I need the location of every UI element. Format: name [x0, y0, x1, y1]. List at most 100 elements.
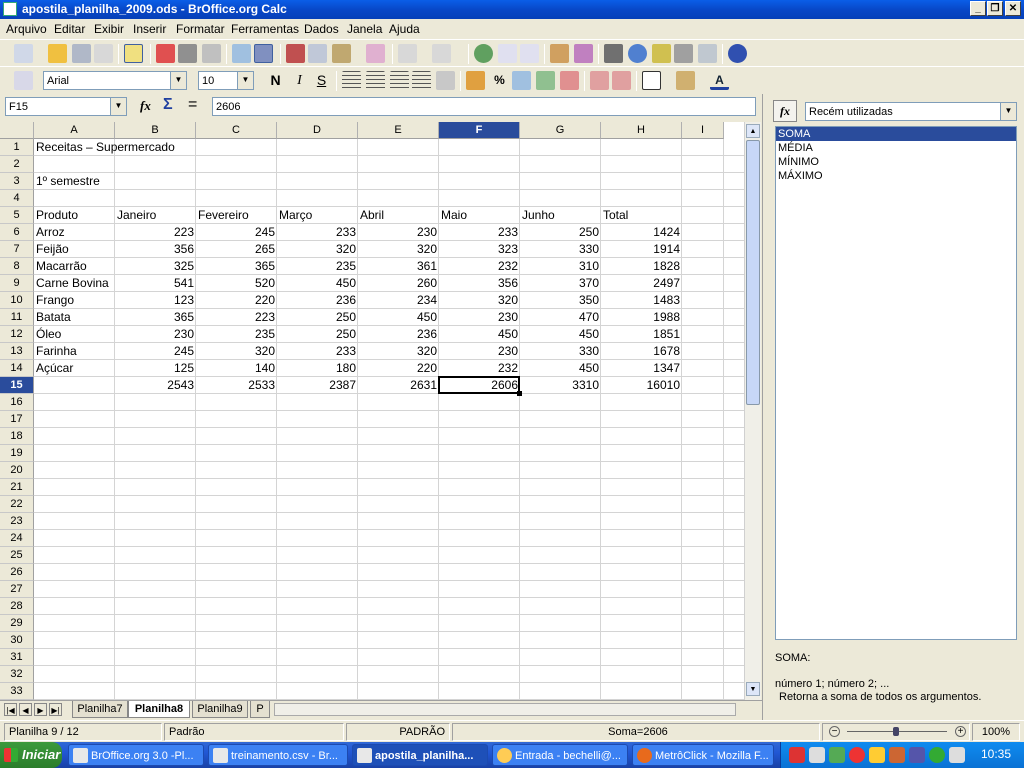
row-header-11[interactable]: 11 — [0, 309, 34, 326]
zoom-thumb[interactable] — [893, 727, 899, 736]
column-header-i[interactable]: I — [682, 122, 724, 139]
tray-icon[interactable] — [789, 747, 805, 763]
cell-h6[interactable]: 1424 — [601, 224, 682, 241]
cell-c9[interactable]: 520 — [196, 275, 277, 292]
function-item-soma[interactable]: SOMA — [776, 127, 1016, 141]
cell-h8[interactable]: 1828 — [601, 258, 682, 275]
row-header-7[interactable]: 7 — [0, 241, 34, 258]
export-pdf-icon[interactable] — [156, 44, 175, 63]
cell-h14[interactable]: 1347 — [601, 360, 682, 377]
column-header-d[interactable]: D — [277, 122, 358, 139]
menu-dados[interactable]: Dados — [304, 22, 339, 36]
open-icon[interactable] — [48, 44, 67, 63]
sum-icon[interactable]: Σ — [163, 96, 173, 114]
cell-h13[interactable]: 1678 — [601, 343, 682, 360]
find-replace-icon[interactable] — [604, 44, 623, 63]
show-draw-icon[interactable] — [574, 44, 593, 63]
window-titlebar[interactable]: apostila_planilha_2009.ods - BrOffice.or… — [0, 0, 1024, 19]
add-decimal-icon[interactable] — [536, 71, 555, 90]
edit-file-icon[interactable] — [124, 44, 143, 63]
function-category-select[interactable]: Recém utilizadas ▼ — [805, 102, 1017, 121]
row-header-24[interactable]: 24 — [0, 530, 34, 547]
row-header-3[interactable]: 3 — [0, 173, 34, 190]
menu-ferramentas[interactable]: Ferramentas — [231, 22, 299, 36]
row-header-30[interactable]: 30 — [0, 632, 34, 649]
cell-g5[interactable]: Junho — [520, 207, 557, 224]
cell-b15[interactable]: 2543 — [115, 377, 196, 394]
cell-e13[interactable]: 320 — [358, 343, 439, 360]
chevron-down-icon[interactable]: ▼ — [170, 72, 186, 89]
tray-icon[interactable] — [869, 747, 885, 763]
row-header-22[interactable]: 22 — [0, 496, 34, 513]
function-item-minimo[interactable]: MÍNIMO — [776, 155, 1016, 169]
cell-a7[interactable]: Feijão — [34, 241, 71, 258]
menu-formatar[interactable]: Formatar — [176, 22, 225, 36]
zoom-slider[interactable]: − + — [822, 723, 970, 741]
menu-arquivo[interactable]: Arquivo — [6, 22, 47, 36]
navigator-icon[interactable] — [628, 44, 647, 63]
cell-g8[interactable]: 310 — [520, 258, 601, 275]
cell-c7[interactable]: 265 — [196, 241, 277, 258]
vertical-scrollbar[interactable]: ▲ ▼ — [744, 122, 761, 700]
cell-f8[interactable]: 232 — [439, 258, 520, 275]
help-icon[interactable] — [728, 44, 747, 63]
cell-f13[interactable]: 230 — [439, 343, 520, 360]
row-header-28[interactable]: 28 — [0, 598, 34, 615]
cell-a14[interactable]: Açúcar — [34, 360, 75, 377]
cell-e11[interactable]: 450 — [358, 309, 439, 326]
row-header-6[interactable]: 6 — [0, 224, 34, 241]
chart-icon[interactable] — [550, 44, 569, 63]
row-header-33[interactable]: 33 — [0, 683, 34, 700]
standard-format-icon[interactable] — [512, 71, 531, 90]
function-wizard-icon[interactable]: fx — [140, 98, 151, 114]
cell-a3[interactable]: 1º semestre — [34, 173, 102, 190]
cell-h5[interactable]: Total — [601, 207, 630, 224]
cell-a1[interactable]: Receitas – Supermercado — [34, 139, 177, 156]
column-header-b[interactable]: B — [115, 122, 196, 139]
row-header-21[interactable]: 21 — [0, 479, 34, 496]
tray-icon[interactable] — [929, 747, 945, 763]
task-treinamento[interactable]: treinamento.csv - Br... — [208, 744, 348, 766]
font-size-combo[interactable]: 10 ▼ — [198, 71, 254, 90]
zoom-out-icon[interactable]: − — [829, 726, 840, 737]
function-item-maximo[interactable]: MÁXIMO — [776, 169, 1016, 183]
chevron-down-icon[interactable]: ▼ — [237, 72, 253, 89]
row-header-20[interactable]: 20 — [0, 462, 34, 479]
spellcheck-icon[interactable] — [232, 44, 251, 63]
scroll-down-icon[interactable]: ▼ — [746, 682, 760, 696]
cell-e8[interactable]: 361 — [358, 258, 439, 275]
select-all-corner[interactable] — [0, 122, 34, 139]
task-apostila[interactable]: apostila_planilha... — [352, 744, 488, 766]
insert-function-icon[interactable]: fx — [773, 100, 797, 122]
cell-g12[interactable]: 450 — [520, 326, 601, 343]
cell-c8[interactable]: 365 — [196, 258, 277, 275]
format-paintbrush-icon[interactable] — [366, 44, 385, 63]
name-box[interactable]: F15 ▼ — [5, 97, 127, 116]
cell-g6[interactable]: 250 — [520, 224, 601, 241]
cell-h10[interactable]: 1483 — [601, 292, 682, 309]
next-sheet-icon[interactable]: ▶ — [34, 703, 47, 716]
cell-f9[interactable]: 356 — [439, 275, 520, 292]
cell-d9[interactable]: 450 — [277, 275, 358, 292]
align-center-icon[interactable] — [366, 71, 385, 90]
cell-d6[interactable]: 233 — [277, 224, 358, 241]
status-insert-mode[interactable]: PADRÃO — [346, 723, 450, 741]
row-header-4[interactable]: 4 — [0, 190, 34, 207]
cell-c11[interactable]: 223 — [196, 309, 277, 326]
cell-b8[interactable]: 325 — [115, 258, 196, 275]
menu-editar[interactable]: Editar — [54, 22, 85, 36]
row-header-13[interactable]: 13 — [0, 343, 34, 360]
sheet-tab-planilha7[interactable]: Planilha7 — [72, 701, 128, 718]
email-icon[interactable] — [94, 44, 113, 63]
cell-d8[interactable]: 235 — [277, 258, 358, 275]
row-header-12[interactable]: 12 — [0, 326, 34, 343]
cell-f6[interactable]: 233 — [439, 224, 520, 241]
column-header-g[interactable]: G — [520, 122, 601, 139]
menu-exibir[interactable]: Exibir — [94, 22, 124, 36]
hyperlink-icon[interactable] — [474, 44, 493, 63]
row-header-26[interactable]: 26 — [0, 564, 34, 581]
row-header-9[interactable]: 9 — [0, 275, 34, 292]
tray-icon[interactable] — [809, 747, 825, 763]
delete-decimal-icon[interactable] — [560, 71, 579, 90]
row-header-23[interactable]: 23 — [0, 513, 34, 530]
